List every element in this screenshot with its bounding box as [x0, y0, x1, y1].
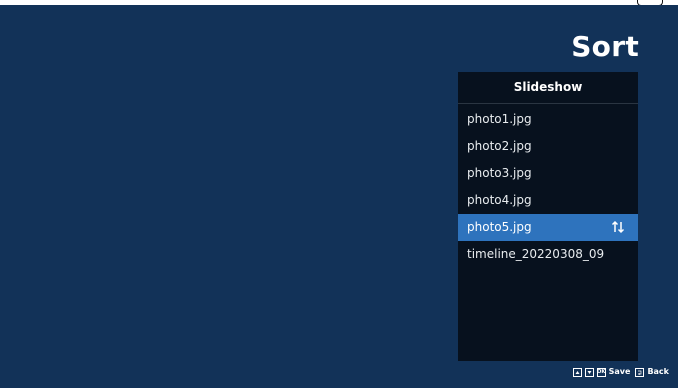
- list-item-label: photo2.jpg: [467, 139, 532, 153]
- tv-background: Sort Slideshow photo1.jpg photo2.jpg pho…: [0, 5, 678, 388]
- list-item-photo1[interactable]: photo1.jpg: [458, 106, 638, 133]
- list-item-photo3[interactable]: photo3.jpg: [458, 160, 638, 187]
- save-label: Save: [608, 367, 631, 376]
- list-item-label: photo3.jpg: [467, 166, 532, 180]
- ok-key-icon: OK: [596, 367, 606, 377]
- up-key-icon: [572, 367, 582, 377]
- page-title: Sort: [571, 30, 639, 63]
- back-key-icon: [635, 367, 645, 377]
- photo-list: photo1.jpg photo2.jpg photo3.jpg photo4.…: [458, 106, 638, 268]
- list-item-photo4[interactable]: photo4.jpg: [458, 187, 638, 214]
- list-item-photo2[interactable]: photo2.jpg: [458, 133, 638, 160]
- list-item-label: timeline_20220308_09: [467, 247, 605, 261]
- panel-header: Slideshow: [458, 72, 638, 104]
- screen-frame: Sort Slideshow photo1.jpg photo2.jpg pho…: [0, 0, 678, 388]
- list-item-timeline[interactable]: timeline_20220308_09: [458, 241, 638, 268]
- list-item-label: photo4.jpg: [467, 193, 532, 207]
- list-item-photo5-selected[interactable]: photo5.jpg: [458, 214, 638, 241]
- slideshow-sort-panel: Slideshow photo1.jpg photo2.jpg photo3.j…: [458, 72, 638, 361]
- sort-arrows-icon: [611, 220, 625, 234]
- remote-key-help: OK Save Back: [572, 365, 669, 379]
- down-key-icon: [584, 367, 594, 377]
- list-item-label: photo5.jpg: [467, 220, 532, 234]
- back-label: Back: [647, 367, 669, 376]
- list-item-label: photo1.jpg: [467, 112, 532, 126]
